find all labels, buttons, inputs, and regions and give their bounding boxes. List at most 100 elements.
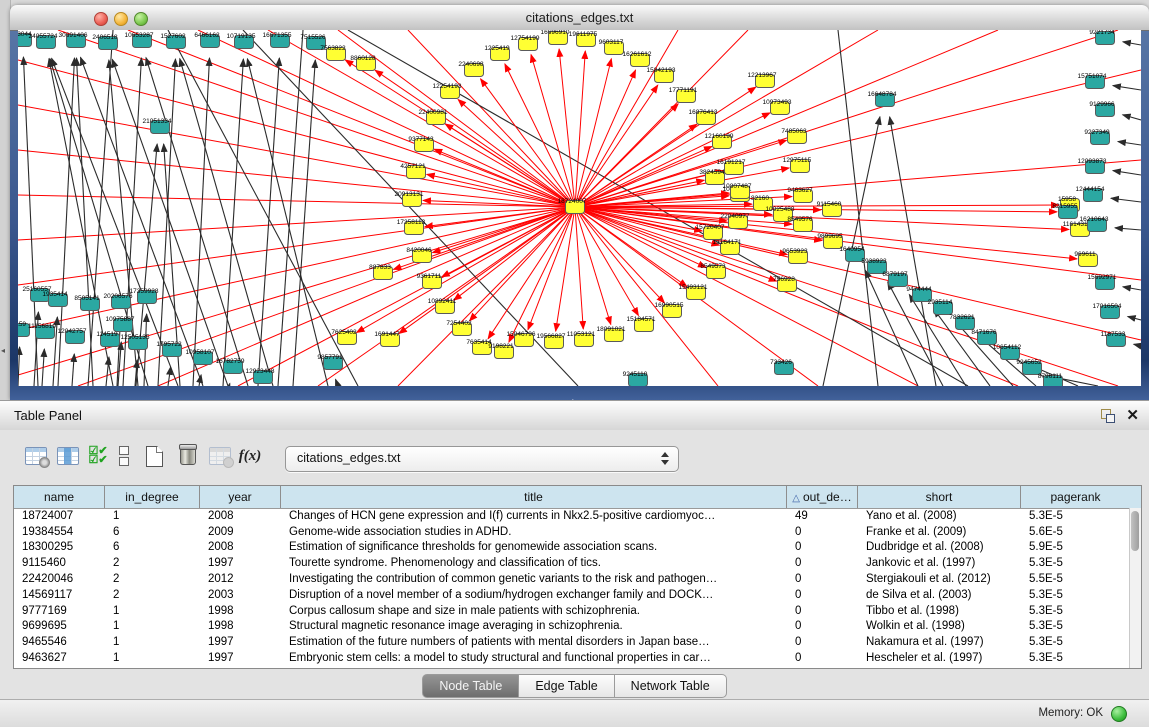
table-cell: 9777169 [14,605,105,617]
panel-collapse-arrow-icon[interactable]: ◂ [1,346,5,355]
column-header-name[interactable]: name [14,486,105,508]
graph-node-label: 9115460 [817,201,842,208]
graph-node-label: 8420046 [406,247,432,254]
black-edge [158,59,175,386]
graph-node-label: 9377143 [408,136,434,143]
column-header-in-degree[interactable]: in_degree [105,486,200,508]
table-type-tabs: Node TableEdge TableNetwork Table [0,674,1149,696]
scrollbar-thumb[interactable] [1131,511,1139,551]
black-edge [1113,86,1141,90]
black-edge [106,357,109,386]
column-header-year[interactable]: year [200,486,281,508]
function-builder-button[interactable]: f(x) [236,442,264,470]
table-vertical-scrollbar[interactable] [1129,508,1141,668]
table-gear-icon [25,447,47,465]
table-cell: 18300295 [14,541,105,553]
show-columns-button[interactable] [54,442,82,470]
table-row[interactable]: 2242004622012Investigating the contribut… [14,571,1130,587]
black-edge [1123,115,1141,120]
red-edge [559,49,575,207]
graph-node-label: 1935414 [42,291,68,298]
table-cell: 0 [787,526,858,538]
table-row[interactable]: 969969511998Structural magnetic resonanc… [14,619,1130,635]
table-row[interactable]: 977716911998Corpus callosum shape and si… [14,603,1130,619]
table-row[interactable]: 911546021997Tourette syndrome. Phenomeno… [14,555,1130,571]
new-document-icon [146,446,163,467]
column-header-title[interactable]: title [281,486,787,508]
graph-node-label: 9463627 [787,187,813,194]
tab-edge-table[interactable]: Edge Table [519,674,614,698]
graph-node-label: 19566827 [537,333,566,340]
table-cell: Disruption of a novel member of a sodium… [281,589,787,601]
graph-node-label: 24055724 [29,33,58,40]
table-settings-button[interactable] [22,442,50,470]
graph-node-label: 9221734 [1089,30,1115,36]
graph-node-label: 15720407 [696,224,725,231]
table-row[interactable]: 946554611997Estimation of the future num… [14,634,1130,650]
column-header-out-degree[interactable]: △out_de… [787,486,858,508]
table-cell: de Silva et al. (2003) [858,589,1021,601]
graph-node-label: 10025488 [766,206,795,213]
red-edge [458,99,575,207]
table-cell: 0 [787,652,858,664]
table-disabled-icon [209,447,231,465]
delete-table-button-disabled [206,442,234,470]
graph-node-label: 4257121 [400,163,426,170]
red-edge [18,207,575,285]
red-edge [575,207,1018,386]
graph-node-label: 15958 [1058,196,1076,203]
graph-node-label: 10807487 [723,183,752,190]
table-cell: 1 [105,652,200,664]
network-window-titlebar[interactable]: citations_edges.txt [10,5,1149,31]
table-panel: Table Panel ✕ ☑✔☑✔ [0,400,1149,727]
black-edge [278,30,303,386]
graph-node-label: 10973493 [763,99,792,106]
tab-network-table[interactable]: Network Table [615,674,727,698]
graph-node-label: 8796111 [1038,373,1063,380]
black-edge [18,347,20,386]
column-header-pagerank[interactable]: pagerank [1021,486,1130,508]
table-panel-close-icon[interactable]: ✕ [1126,406,1139,424]
row-height-button[interactable] [110,442,138,470]
float-window-icon[interactable] [1101,409,1115,423]
graph-node-label: 30691406 [59,32,88,39]
graph-node-label: 1187533 [1101,331,1126,338]
table-row[interactable]: 1456911722003Disruption of a novel membe… [14,587,1130,603]
black-edge [168,367,171,386]
table-cell: 5.3E-5 [1021,636,1130,648]
graph-node-label: 7563822 [320,45,346,52]
delete-button[interactable] [174,442,202,470]
cytoscape-window: ◂ citations_edges.txt 861304424055724306… [0,0,1149,727]
graph-node-label: 3824594 [699,169,725,176]
graph-node-label: 9129966 [1089,101,1115,108]
table-row[interactable]: 1830029562008Estimation of significance … [14,540,1130,556]
graph-node-label: 16990515 [655,302,684,309]
status-bar: Memory: OK [0,699,1149,727]
graph-node-label: 20913131 [395,191,424,198]
table-cell: Investigating the contribution of common… [281,573,787,585]
table-cell: 2008 [200,541,281,553]
graph-node-label: 9245652 [1016,359,1042,366]
table-row[interactable]: 1872400712008Changes of HCN gene express… [14,508,1130,524]
red-edge [18,207,575,240]
table-cell: 2 [105,589,200,601]
tab-node-table[interactable]: Node Table [422,674,519,698]
graph-node-label: 39159 [18,321,26,328]
column-header-short[interactable]: short [858,486,1021,508]
table-cell: Changes of HCN gene expression and I(f) … [281,510,787,522]
new-table-button[interactable] [140,442,168,470]
graph-node-label: 16696910 [541,30,570,36]
graph-node-label: 756928 [773,276,795,283]
red-edge [575,207,611,324]
table-source-dropdown[interactable]: citations_edges.txt [285,446,679,472]
table-row[interactable]: 1938455462009Genome-wide association stu… [14,524,1130,540]
table-cell: 2012 [200,573,281,585]
select-columns-button[interactable]: ☑✔☑✔ [84,442,112,470]
table-cell: 1997 [200,557,281,569]
network-canvas[interactable]: 8613044240557243069140624065181065328715… [18,30,1141,386]
graph-node-label: 8505141 [74,295,100,302]
graph-node-label: 8471676 [971,329,997,336]
table-cell: 0 [787,605,858,617]
table-cell: 5.3E-5 [1021,652,1130,664]
table-row[interactable]: 946362711997Embryonic stem cells: a mode… [14,650,1130,666]
